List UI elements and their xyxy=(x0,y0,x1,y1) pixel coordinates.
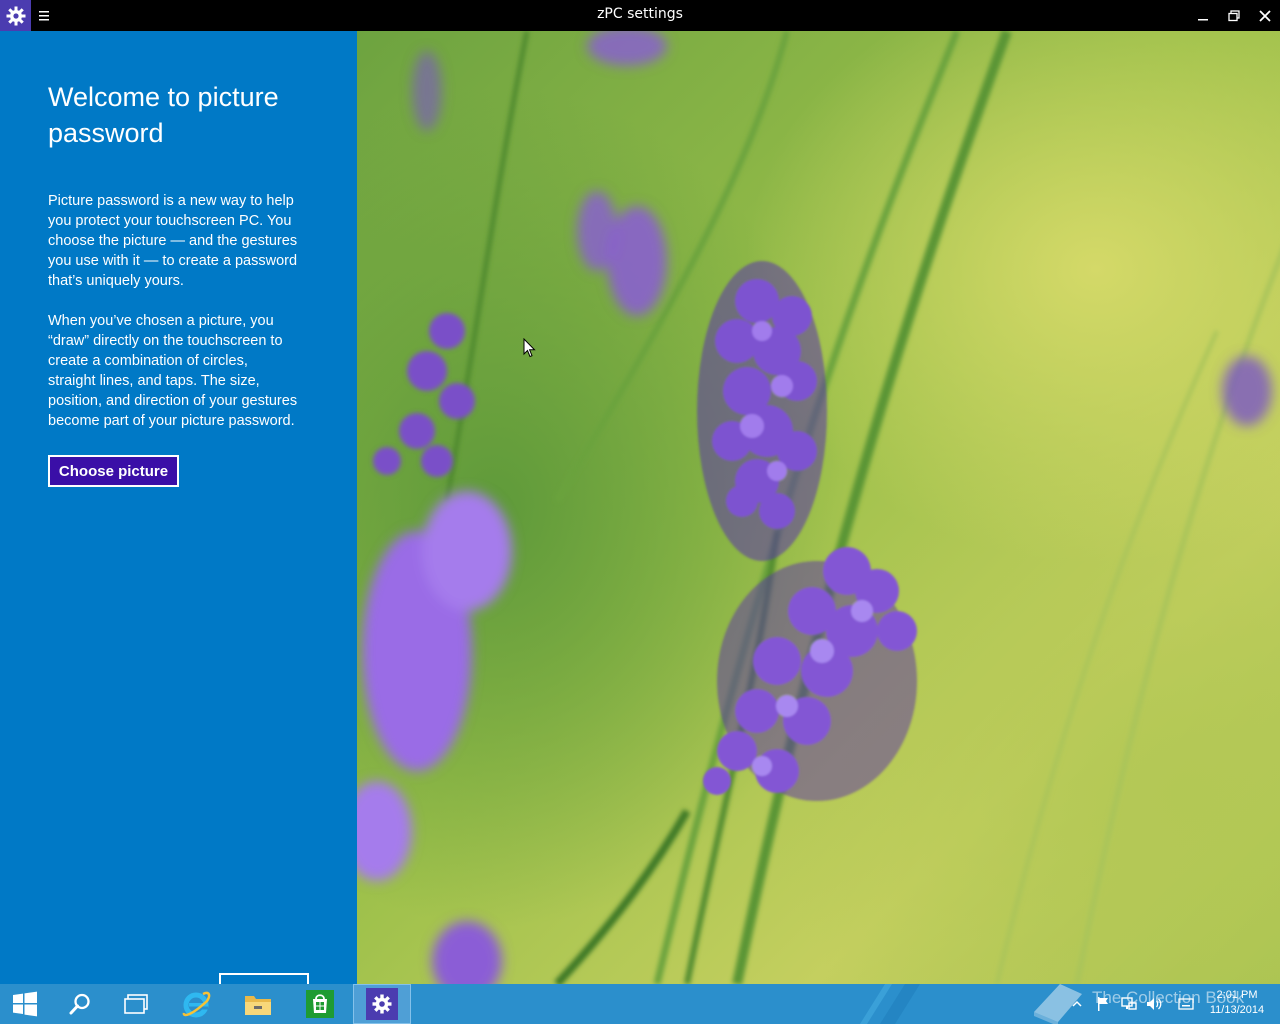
choose-picture-button[interactable]: Choose picture xyxy=(48,455,179,487)
settings-gear-icon[interactable] xyxy=(0,0,31,31)
lavender-picture xyxy=(357,31,1280,984)
network-icon[interactable] xyxy=(1121,984,1137,1024)
close-button[interactable] xyxy=(1249,0,1280,31)
clock[interactable]: 2:01 PM 11/13/2014 xyxy=(1200,988,1274,1018)
keyboard-icon[interactable] xyxy=(1178,984,1194,1024)
settings-app-icon[interactable] xyxy=(353,984,411,1024)
show-hidden-icons-icon[interactable] xyxy=(1072,984,1082,1024)
start-icon[interactable] xyxy=(0,984,50,1024)
clock-time: 2:01 PM xyxy=(1216,989,1258,1001)
picture-password-panel: Welcome to picture password Picture pass… xyxy=(0,31,357,987)
window-title: zPC settings xyxy=(597,6,683,22)
store-icon[interactable] xyxy=(292,984,348,1024)
taskbar-decoration xyxy=(860,984,920,1024)
taskbar: The Collection Book 2:01 PM 11/13/2014 xyxy=(0,984,1280,1024)
file-explorer-icon[interactable] xyxy=(230,984,286,1024)
task-view-icon[interactable] xyxy=(108,984,164,1024)
title-bar: zPC settings xyxy=(0,0,1280,31)
mouse-cursor-icon xyxy=(523,337,537,363)
menu-icon[interactable] xyxy=(38,8,52,22)
instructions-paragraph: When you’ve chosen a picture, you “draw”… xyxy=(48,313,298,429)
clock-date: 11/13/2014 xyxy=(1209,1004,1265,1016)
internet-explorer-icon[interactable] xyxy=(168,984,224,1024)
page-title: Welcome to picture password xyxy=(48,82,279,148)
search-icon[interactable] xyxy=(52,984,108,1024)
restore-button[interactable] xyxy=(1218,0,1249,31)
intro-paragraph: Picture password is a new way to help yo… xyxy=(48,193,298,289)
action-center-flag-icon[interactable] xyxy=(1096,984,1110,1024)
volume-icon[interactable] xyxy=(1145,984,1163,1024)
minimize-button[interactable] xyxy=(1187,0,1218,31)
